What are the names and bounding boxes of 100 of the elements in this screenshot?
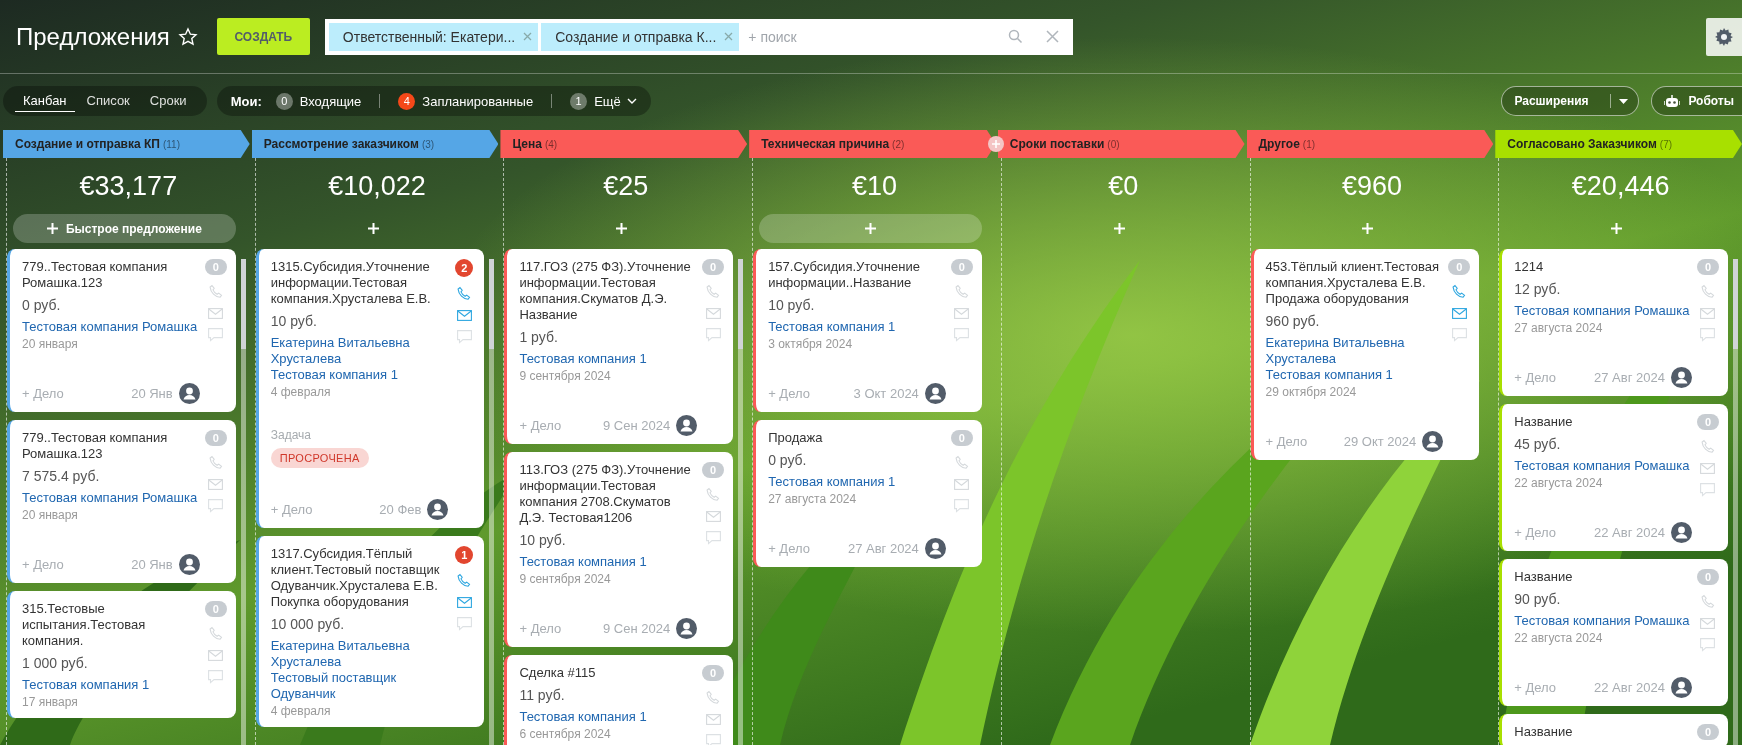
- avatar-icon[interactable]: [676, 617, 698, 639]
- settings-button[interactable]: [1706, 17, 1742, 56]
- deal-title[interactable]: 117.ГОЗ (275 ФЗ).Уточнение информации.Тестовая компания.Скуматов Д.Э. Название: [519, 259, 698, 323]
- deal-title[interactable]: Название: [1514, 414, 1692, 430]
- close-icon[interactable]: [724, 32, 734, 41]
- avatar-icon[interactable]: [427, 498, 449, 520]
- deal-card[interactable]: Продажа 0 руб. Тестовая компания 1 27 августа 2024 + Дело 27 Авг 2024 0: [753, 420, 982, 567]
- client-link[interactable]: Тестовая компания 1: [22, 677, 150, 693]
- more-menu[interactable]: Ещё: [594, 93, 637, 109]
- quick-add-button[interactable]: [759, 214, 982, 243]
- deal-title[interactable]: 1315.Субсидия.Уточнение информации.Тестовая компания.Хрусталева Е.В.: [270, 259, 449, 307]
- client-link[interactable]: Тестовая компания 1: [768, 474, 896, 490]
- deal-title[interactable]: Сделка #115: [519, 665, 698, 681]
- mail-icon[interactable]: [456, 597, 472, 608]
- search-icon[interactable]: [1007, 29, 1023, 44]
- stage-header[interactable]: Согласовано Заказчиком (7): [1495, 130, 1742, 158]
- deal-card[interactable]: 453.Тёплый клиент.Тестовая компания.Хрусталева Е.В. Продажа оборудования 960 руб. Екатерина Витальевна Хрусталева Тестовая компания 1 29 октября 2024 + Дело 29 Окт 2024 0: [1250, 249, 1480, 460]
- client-link[interactable]: Тестовая компания 1: [519, 709, 647, 725]
- client-link[interactable]: Тестовая компания Ромашка: [1514, 613, 1690, 629]
- client-link[interactable]: Екатерина Витальевна Хрусталева: [1265, 335, 1444, 367]
- star-icon[interactable]: [177, 26, 198, 47]
- phone-icon[interactable]: [457, 573, 472, 588]
- deal-card[interactable]: Название 90 руб. Тестовая компания Ромашка 22 августа 2024 + Дело 22 Авг 2024 0: [1499, 559, 1728, 706]
- phone-icon[interactable]: [1452, 284, 1467, 299]
- filter-chip[interactable]: Создание и отправка К...: [541, 22, 740, 51]
- stage-header[interactable]: Создание и отправка КП (11): [3, 130, 250, 158]
- close-icon[interactable]: [523, 32, 533, 41]
- avatar-icon[interactable]: [178, 553, 200, 575]
- stage-header[interactable]: Сроки поставки (0): [997, 130, 1245, 158]
- deal-title[interactable]: 113.ГОЗ (275 ФЗ).Уточнение информации.Тестовая компания 2708.Скуматов Д.Э. Тестовая1206: [519, 462, 698, 526]
- comment-icon[interactable]: [1700, 638, 1716, 652]
- avatar-icon[interactable]: [924, 382, 946, 404]
- deal-card[interactable]: 117.ГОЗ (275 ФЗ).Уточнение информации.Тестовая компания.Скуматов Д.Э. Название 1 руб. Тестовая компания 1 9 сентября 2024 + Дело 9 Сен 2024 0: [504, 249, 734, 444]
- deal-title[interactable]: 315.Тестовые испытания.Тестовая компания.: [22, 601, 200, 649]
- activity-counter[interactable]: 1: [455, 546, 474, 564]
- deal-title[interactable]: Продажа: [768, 430, 946, 446]
- stage-header[interactable]: Другое (1): [1246, 130, 1494, 158]
- view-tab[interactable]: Канбан: [15, 90, 75, 112]
- filter-field[interactable]: Ответственный: Екатери... Создание и отправка К... + поиск: [324, 18, 1073, 55]
- client-link[interactable]: Тестовая компания 1: [768, 319, 896, 335]
- comment-icon[interactable]: [705, 531, 721, 545]
- view-tab[interactable]: Список: [78, 90, 138, 112]
- deal-title[interactable]: 779..Тестовая компания Ромашка.123: [22, 259, 200, 291]
- deal-card[interactable]: Название 0: [1499, 714, 1728, 745]
- comment-icon[interactable]: [208, 328, 224, 342]
- activity-counter[interactable]: 2: [455, 259, 474, 277]
- counter-link[interactable]: Входящие: [299, 93, 362, 109]
- deal-card[interactable]: 1315.Субсидия.Уточнение информации.Тестовая компания.Хрусталева Е.В. 10 руб. Екатерина Витальевна Хрусталева Тестовая компания 1 4 февраля Задача ПРОСРОЧЕНА + Дело 20 Фев 2: [255, 249, 485, 528]
- view-tab[interactable]: Сроки: [141, 90, 195, 112]
- stage-header[interactable]: Цена (4): [500, 130, 748, 158]
- caret-icon[interactable]: [1619, 98, 1629, 104]
- avatar-icon[interactable]: [1671, 676, 1692, 698]
- deal-card[interactable]: Название 45 руб. Тестовая компания Ромашка 22 августа 2024 + Дело 22 Авг 2024 0: [1499, 404, 1728, 551]
- avatar-icon[interactable]: [924, 537, 946, 559]
- scrollbar[interactable]: [738, 259, 744, 745]
- mail-icon[interactable]: [1451, 308, 1467, 319]
- avatar-icon[interactable]: [1671, 521, 1692, 543]
- avatar-icon[interactable]: [1671, 366, 1692, 388]
- deal-card[interactable]: 315.Тестовые испытания.Тестовая компания. 1 000 руб. Тестовая компания 1 17 января 0: [7, 591, 236, 718]
- comment-icon[interactable]: [456, 617, 472, 631]
- deal-card[interactable]: 1214 12 руб. Тестовая компания Ромашка 27 августа 2024 + Дело 27 Авг 2024 0: [1499, 249, 1728, 396]
- deal-card[interactable]: 157.Субсидия.Уточнение информации..Название 10 руб. Тестовая компания 1 3 октября 2024 + Дело 3 Окт 2024 0: [753, 249, 982, 412]
- deal-title[interactable]: 1317.Субсидия.Тёплый клиент.Тестовый поставщик Одуванчик.Хрусталева Е.В. Покупка оборудования: [270, 546, 449, 610]
- deal-title[interactable]: 779..Тестовая компания Ромашка.123: [22, 430, 200, 462]
- robots-button[interactable]: Роботы: [1651, 86, 1742, 116]
- client-link[interactable]: Тестовая компания Ромашка: [1514, 303, 1690, 319]
- deal-card[interactable]: 113.ГОЗ (275 ФЗ).Уточнение информации.Тестовая компания 2708.Скуматов Д.Э. Тестовая1206 10 руб. Тестовая компания 1 9 сентября 2024 + Дело 9 Сен 2024 0: [504, 452, 734, 647]
- client-link[interactable]: Тестовая компания Ромашка: [22, 490, 198, 506]
- comment-icon[interactable]: [705, 734, 721, 745]
- scrollbar[interactable]: [489, 259, 495, 745]
- add-stage-icon[interactable]: [987, 136, 1004, 152]
- client-link[interactable]: Тестовая компания 1: [519, 351, 647, 367]
- deal-card[interactable]: 779..Тестовая компания Ромашка.123 0 руб. Тестовая компания Ромашка 20 января + Дело 20 Янв 0: [7, 249, 236, 412]
- mail-icon[interactable]: [456, 310, 472, 321]
- phone-icon[interactable]: [457, 286, 472, 301]
- client-link[interactable]: Тестовая компания 1: [1265, 367, 1393, 383]
- avatar-icon[interactable]: [676, 414, 698, 436]
- comment-icon[interactable]: [208, 670, 224, 684]
- deal-title[interactable]: 453.Тёплый клиент.Тестовая компания.Хрусталева Е.В. Продажа оборудования: [1265, 259, 1444, 307]
- extensions-button[interactable]: Расширения: [1501, 86, 1640, 116]
- deal-title[interactable]: 1214: [1514, 259, 1692, 275]
- avatar-icon[interactable]: [178, 382, 200, 404]
- comment-icon[interactable]: [705, 328, 721, 342]
- comment-icon[interactable]: [1700, 483, 1716, 497]
- deal-card[interactable]: Сделка #115 11 руб. Тестовая компания 1 6 сентября 2024 0: [504, 655, 734, 745]
- deal-title[interactable]: Название: [1514, 724, 1692, 740]
- comment-icon[interactable]: [1700, 328, 1716, 342]
- client-link[interactable]: Екатерина Витальевна Хрусталева: [270, 638, 449, 670]
- comment-icon[interactable]: [456, 330, 472, 344]
- quick-add-button[interactable]: Быстрое предложение: [13, 214, 236, 243]
- deal-card[interactable]: 779..Тестовая компания Ромашка.123 7 575.4 руб. Тестовая компания Ромашка 20 января + Дело 20 Янв 0: [7, 420, 236, 583]
- client-link[interactable]: Тестовая компания Ромашка: [1514, 458, 1690, 474]
- scrollbar[interactable]: [1733, 259, 1738, 745]
- deal-title[interactable]: Название: [1514, 569, 1692, 585]
- client-link[interactable]: Тестовая компания Ромашка: [22, 319, 198, 335]
- deal-title[interactable]: 157.Субсидия.Уточнение информации..Название: [768, 259, 946, 291]
- close-icon[interactable]: [1045, 30, 1059, 43]
- counter-link[interactable]: Запланированные: [422, 93, 534, 109]
- comment-icon[interactable]: [954, 328, 970, 342]
- client-link[interactable]: Тестовый поставщик Одуванчик: [270, 670, 449, 702]
